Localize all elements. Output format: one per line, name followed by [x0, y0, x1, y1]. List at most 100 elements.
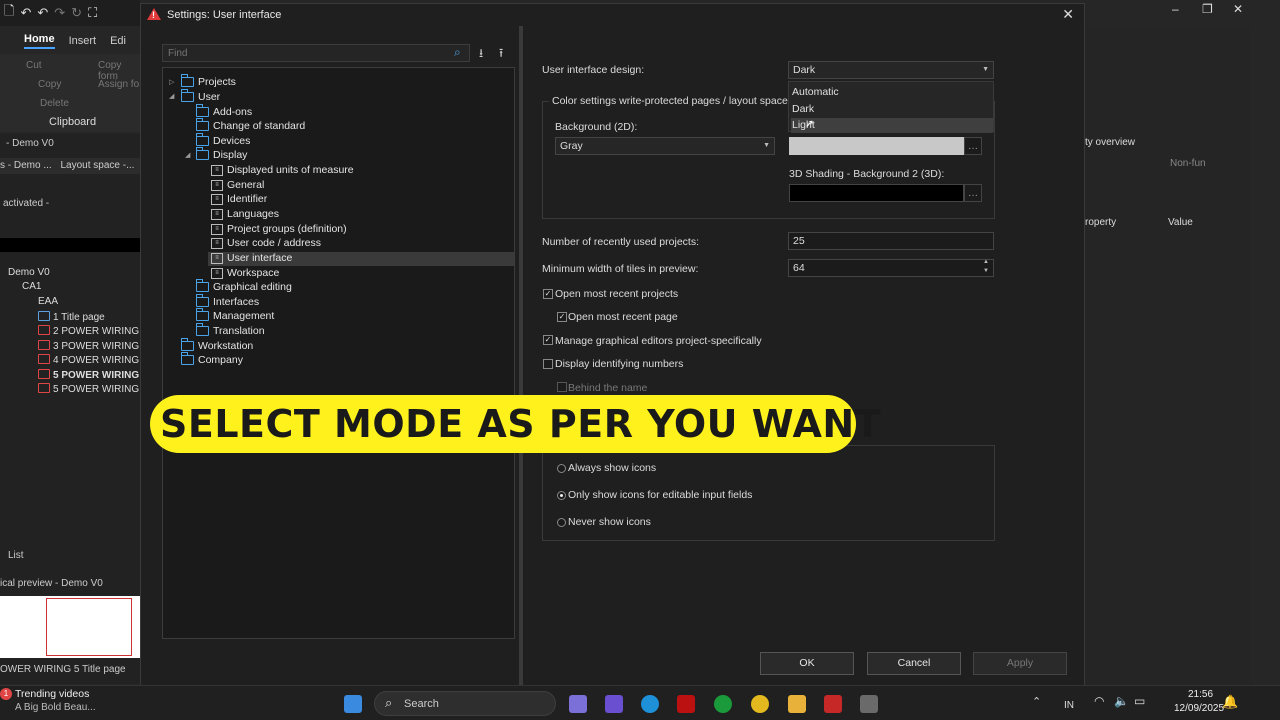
- teams-icon[interactable]: [605, 695, 623, 713]
- wifi-icon[interactable]: ◠: [1094, 694, 1104, 708]
- column-property[interactable]: roperty: [1085, 217, 1116, 228]
- copy-button[interactable]: Copy: [38, 79, 61, 90]
- tree-node-units[interactable]: ≡ Displayed units of measure: [211, 163, 354, 177]
- eplan-icon[interactable]: [824, 695, 842, 713]
- crop-icon[interactable]: ⛶: [88, 5, 97, 21]
- radio-always-show-icons[interactable]: [557, 464, 566, 473]
- tree-demo[interactable]: Demo V0: [8, 267, 50, 278]
- tree-node-devices[interactable]: Devices: [196, 133, 250, 148]
- app-icon-1[interactable]: [569, 695, 587, 713]
- clock-time[interactable]: 21:56: [1188, 689, 1213, 700]
- tree-node-languages[interactable]: ≡ Languages: [211, 207, 279, 221]
- tree-page[interactable]: 2 POWER WIRING 1: [38, 325, 147, 337]
- chrome-icon[interactable]: [751, 695, 769, 713]
- panel-splitter[interactable]: [519, 26, 523, 694]
- apply-button[interactable]: Apply: [973, 652, 1067, 675]
- tree-page[interactable]: 4 POWER WIRING 4: [38, 354, 147, 366]
- app-icon-red[interactable]: [677, 695, 695, 713]
- tree-node-user[interactable]: User: [181, 89, 220, 104]
- color-picker-button[interactable]: …: [964, 137, 982, 155]
- undo-icon[interactable]: ↶: [20, 5, 31, 21]
- cancel-button[interactable]: Cancel: [867, 652, 961, 675]
- tree-node-interfaces[interactable]: Interfaces: [196, 294, 259, 309]
- checkbox-behind-the-name[interactable]: [557, 382, 567, 392]
- battery-icon[interactable]: ▭: [1134, 694, 1145, 708]
- restore-icon[interactable]: ❐: [1202, 2, 1213, 16]
- tree-node-addons[interactable]: Add-ons: [196, 104, 252, 119]
- clock-date[interactable]: 12/09/2025: [1174, 703, 1224, 714]
- search-icon[interactable]: ⌕: [454, 45, 461, 60]
- tree-eaa[interactable]: EAA: [38, 296, 58, 307]
- collapse-arrow-icon[interactable]: ◢: [169, 92, 174, 100]
- tab-edit[interactable]: Edi: [110, 35, 126, 47]
- app-icon-grey[interactable]: [860, 695, 878, 713]
- tree-node-user-code[interactable]: ≡ User code / address: [211, 236, 321, 250]
- checkbox-open-recent-projects[interactable]: ✓: [543, 289, 553, 299]
- file-explorer-icon[interactable]: [788, 695, 806, 713]
- import-icon[interactable]: ⭳: [479, 44, 483, 65]
- background-2d-select[interactable]: Gray ▼: [555, 137, 775, 155]
- language-indicator[interactable]: IN: [1064, 700, 1074, 711]
- tree-node-general[interactable]: ≡ General: [211, 178, 264, 192]
- tree-page[interactable]: 5 POWER WIRING: [38, 369, 139, 381]
- widget-subtitle[interactable]: A Big Bold Beau...: [15, 702, 96, 713]
- chevron-up-icon[interactable]: ⌃: [1032, 695, 1041, 708]
- list-label[interactable]: List: [8, 550, 148, 561]
- tree-node-display[interactable]: Display: [196, 147, 247, 162]
- shading-picker-button[interactable]: …: [964, 184, 982, 202]
- tree-node-projects[interactable]: Projects: [181, 74, 236, 89]
- tab-demo[interactable]: s - Demo ...: [0, 160, 52, 171]
- option-dark[interactable]: Dark: [791, 102, 993, 117]
- radio-never-show-icons[interactable]: [557, 518, 566, 527]
- minimize-icon[interactable]: –: [1172, 2, 1179, 16]
- tree-node-workspace[interactable]: ≡ Workspace: [211, 266, 279, 280]
- close-icon[interactable]: ✕: [1062, 6, 1074, 23]
- checkbox-display-identifying-numbers[interactable]: [543, 359, 553, 369]
- tree-node-workstation[interactable]: Workstation: [181, 338, 253, 353]
- background-2d-color-swatch[interactable]: [789, 137, 964, 155]
- tree-node-graphical-editing[interactable]: Graphical editing: [196, 279, 292, 294]
- tree-node-identifier[interactable]: ≡ Identifier: [211, 192, 267, 206]
- tab-layout-space[interactable]: Layout space -...: [60, 160, 134, 171]
- assign-format-button[interactable]: Assign fo: [98, 79, 139, 90]
- tree-node-project-groups[interactable]: ≡ Project groups (definition): [211, 222, 347, 236]
- redo2-icon[interactable]: ↻: [71, 5, 82, 21]
- tree-page[interactable]: 5 POWER WIRING C: [38, 383, 149, 395]
- tree-page[interactable]: 3 POWER WIRING 2: [38, 340, 147, 352]
- widget-title[interactable]: Trending videos: [15, 688, 89, 700]
- option-light[interactable]: Light: [791, 118, 993, 133]
- stepper-arrows-icon[interactable]: ▲ ▼: [983, 258, 989, 276]
- windows-start-icon[interactable]: [344, 695, 362, 713]
- recent-projects-input[interactable]: 25: [788, 232, 994, 250]
- checkbox-open-recent-page[interactable]: ✓: [557, 312, 567, 322]
- tree-node-change-of-standard[interactable]: Change of standard: [196, 118, 305, 133]
- cut-button[interactable]: Cut: [26, 60, 42, 71]
- column-value[interactable]: Value: [1168, 217, 1193, 228]
- tree-node-translation[interactable]: Translation: [196, 323, 265, 338]
- ok-button[interactable]: OK: [760, 652, 854, 675]
- tab-insert[interactable]: Insert: [69, 35, 97, 47]
- xbox-icon[interactable]: [714, 695, 732, 713]
- redo-icon[interactable]: ↷: [54, 5, 65, 21]
- ui-design-select[interactable]: Dark ▼: [788, 61, 994, 79]
- notification-bell-icon[interactable]: 🔔: [1222, 694, 1238, 710]
- edge-icon[interactable]: [641, 695, 659, 713]
- min-tile-width-stepper[interactable]: 64 ▲ ▼: [788, 259, 994, 277]
- preview-thumbnail[interactable]: [0, 596, 140, 658]
- tree-node-company[interactable]: Company: [181, 352, 243, 367]
- export-icon[interactable]: ⭱: [499, 44, 503, 65]
- collapse-arrow-icon[interactable]: ◢: [185, 151, 190, 159]
- tree-node-user-interface[interactable]: ≡ User interface: [211, 251, 292, 265]
- option-automatic[interactable]: Automatic: [791, 85, 993, 100]
- find-input[interactable]: [162, 44, 470, 62]
- tree-node-management[interactable]: Management: [196, 308, 274, 323]
- tree-page[interactable]: 1 Title page: [38, 311, 105, 323]
- undo2-icon[interactable]: ↶: [37, 5, 48, 21]
- delete-button[interactable]: Delete: [40, 98, 69, 109]
- tab-home[interactable]: Home: [24, 33, 55, 49]
- new-icon[interactable]: 🗋: [4, 2, 14, 24]
- taskbar-search[interactable]: ⌕ Search: [374, 691, 556, 716]
- expand-arrow-icon[interactable]: ▷: [169, 78, 174, 86]
- volume-icon[interactable]: 🔈: [1114, 694, 1129, 708]
- tree-ca1[interactable]: CA1: [22, 281, 41, 292]
